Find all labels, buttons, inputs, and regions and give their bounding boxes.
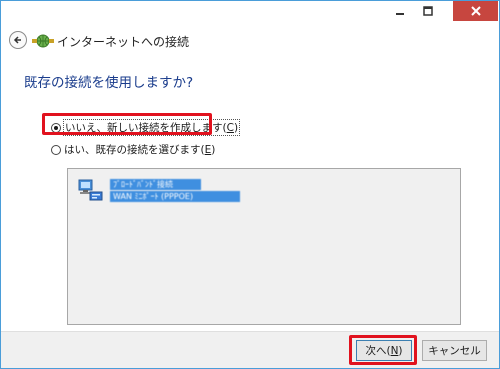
back-arrow-icon [13, 36, 21, 44]
radio-create-new[interactable] [51, 122, 61, 133]
option-create-new[interactable]: いいえ、新しい接続を作成します(C) [51, 119, 241, 136]
network-connection-icon [32, 34, 54, 48]
connection-list[interactable]: ﾌﾞﾛｰﾄﾞﾊﾞﾝﾄﾞ接続 WAN ﾐﾆﾎﾟｰﾄ (PPPOE) [67, 168, 461, 325]
nav-row: インターネットへの接続 [1, 29, 499, 53]
title-bar [1, 1, 499, 29]
next-button[interactable]: 次へ(N) [356, 340, 412, 361]
maximize-button[interactable] [415, 1, 441, 21]
option-use-existing-label: はい、既存の接続を選びます(E) [64, 144, 216, 156]
radio-selected-dot [54, 125, 58, 130]
maximize-icon [423, 6, 433, 16]
connection-text: ﾌﾞﾛｰﾄﾞﾊﾞﾝﾄﾞ接続 WAN ﾐﾆﾎﾟｰﾄ (PPPOE) [110, 179, 240, 202]
window-title: インターネットへの接続 [57, 35, 190, 49]
content-area: 既存の接続を使用しますか? いいえ、新しい接続を作成します(C) はい、既存の接… [1, 53, 499, 331]
footer: 次へ(N) キャンセル [1, 331, 499, 368]
page-heading: 既存の接続を使用しますか? [24, 75, 194, 91]
dialog-window: インターネットへの接続 既存の接続を使用しますか? いいえ、新しい接続を作成しま… [0, 0, 500, 369]
list-item[interactable]: ﾌﾞﾛｰﾄﾞﾊﾞﾝﾄﾞ接続 WAN ﾐﾆﾎﾟｰﾄ (PPPOE) [76, 178, 240, 202]
close-button[interactable] [453, 1, 498, 21]
radio-use-existing[interactable] [51, 144, 61, 155]
cancel-button[interactable]: キャンセル [422, 340, 487, 361]
network-adapter-icon [78, 179, 103, 201]
minimize-button[interactable] [387, 1, 413, 21]
connection-name: ﾌﾞﾛｰﾄﾞﾊﾞﾝﾄﾞ接続 [110, 179, 201, 190]
close-icon [470, 6, 481, 16]
option-use-existing[interactable]: はい、既存の接続を選びます(E) [51, 142, 215, 157]
minimize-icon [396, 13, 404, 15]
connection-device: WAN ﾐﾆﾎﾟｰﾄ (PPPOE) [110, 191, 240, 202]
next-button-label: 次へ(N) [365, 345, 403, 357]
option-create-new-label: いいえ、新しい接続を作成します(C) [62, 119, 241, 136]
back-button[interactable] [9, 31, 27, 49]
